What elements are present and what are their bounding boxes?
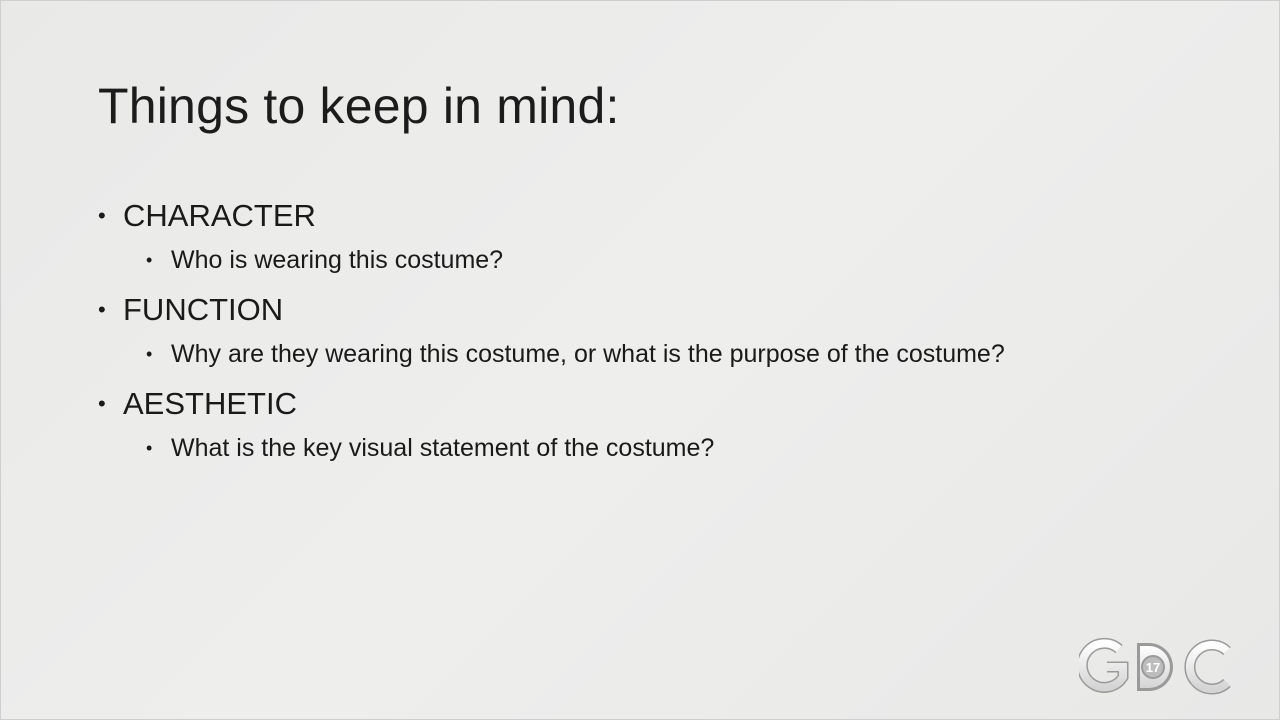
bullet-item: • CHARACTER [98,193,1005,239]
bullet-label: AESTHETIC [123,386,297,421]
bullet-dot: • [98,203,106,228]
sub-bullet-text: What is the key visual statement of the … [171,434,715,462]
bullet-dot: • [146,344,153,364]
sub-bullet-item: • What is the key visual statement of th… [146,427,1005,469]
bullet-dot: • [146,250,153,270]
bullet-list: • CHARACTER • Who is wearing this costum… [98,193,1005,475]
bullet-label: CHARACTER [123,198,316,233]
sub-bullet-text: Who is wearing this costume? [171,246,504,274]
sub-bullet-text: Why are they wearing this costume, or wh… [171,340,1005,368]
bullet-dot: • [146,438,153,458]
slide: Things to keep in mind: • CHARACTER • Wh… [0,0,1280,720]
bullet-item: • AESTHETIC [98,381,1005,427]
bullet-item: • FUNCTION [98,287,1005,333]
sub-bullet-item: • Who is wearing this costume? [146,239,1005,281]
bullet-label: FUNCTION [123,292,284,327]
logo-year: 17 [1146,660,1160,675]
sub-bullet-item: • Why are they wearing this costume, or … [146,333,1005,375]
gdc-logo-icon: 17 [1079,637,1231,695]
bullet-dot: • [98,297,106,322]
slide-title: Things to keep in mind: [98,78,620,134]
bullet-dot: • [98,391,106,416]
